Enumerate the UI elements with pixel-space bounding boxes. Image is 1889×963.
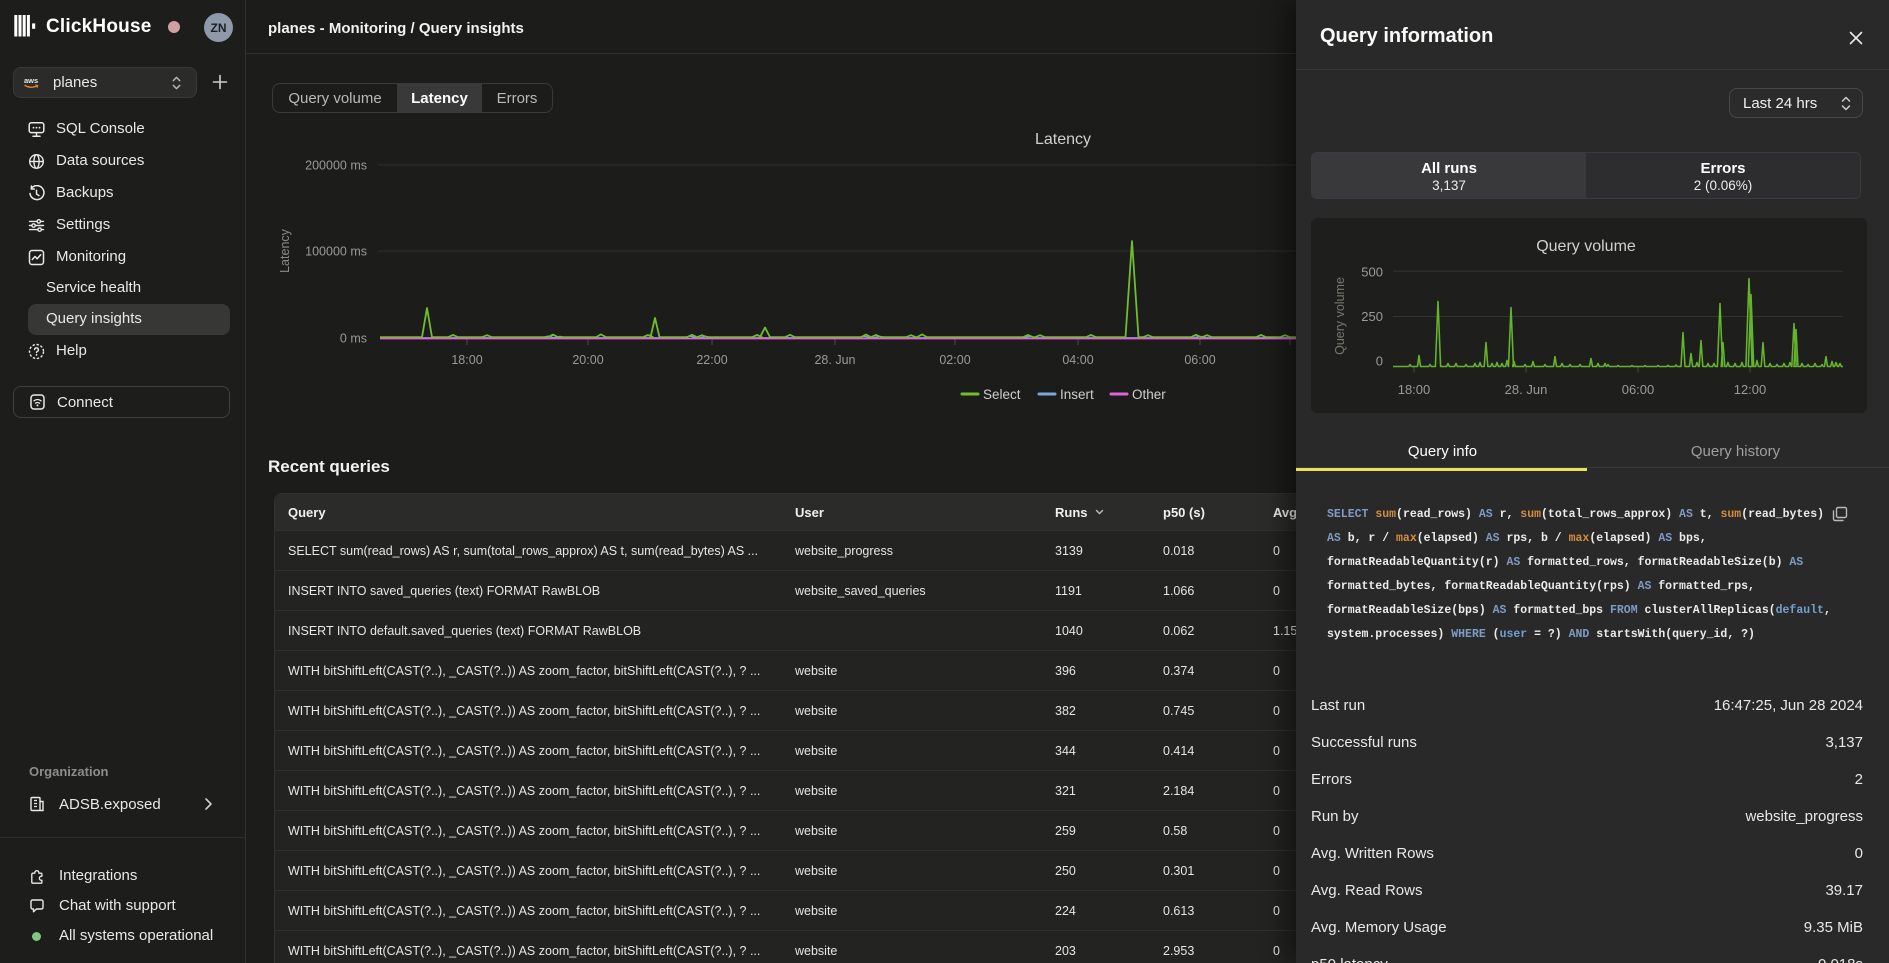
svg-text:0 ms: 0 ms <box>340 332 367 346</box>
svg-text:100000 ms: 100000 ms <box>305 245 367 259</box>
svg-text:28. Jun: 28. Jun <box>814 353 855 367</box>
svg-text:Latency: Latency <box>280 228 292 273</box>
svg-text:0: 0 <box>1376 354 1383 369</box>
svg-text:Query volume: Query volume <box>1333 277 1347 355</box>
svg-text:18:00: 18:00 <box>451 353 482 367</box>
svg-text:06:00: 06:00 <box>1622 382 1655 397</box>
svg-text:Insert: Insert <box>1060 387 1094 402</box>
svg-text:Other: Other <box>1132 387 1166 402</box>
svg-text:aws: aws <box>24 76 38 85</box>
svg-text:28. Jun: 28. Jun <box>1505 382 1548 397</box>
svg-text:20:00: 20:00 <box>572 353 603 367</box>
svg-text:200000 ms: 200000 ms <box>305 159 367 173</box>
svg-text:Latency: Latency <box>1035 131 1091 148</box>
svg-text:250: 250 <box>1361 309 1383 324</box>
svg-text:04:00: 04:00 <box>1062 353 1093 367</box>
svg-text:12:00: 12:00 <box>1734 382 1767 397</box>
svg-text:18:00: 18:00 <box>1398 382 1431 397</box>
svg-text:06:00: 06:00 <box>1184 353 1215 367</box>
svg-text:02:00: 02:00 <box>939 353 970 367</box>
svg-text:22:00: 22:00 <box>696 353 727 367</box>
svg-text:500: 500 <box>1361 265 1383 280</box>
svg-text:Select: Select <box>983 387 1021 402</box>
svg-text:Query volume: Query volume <box>1536 238 1636 255</box>
